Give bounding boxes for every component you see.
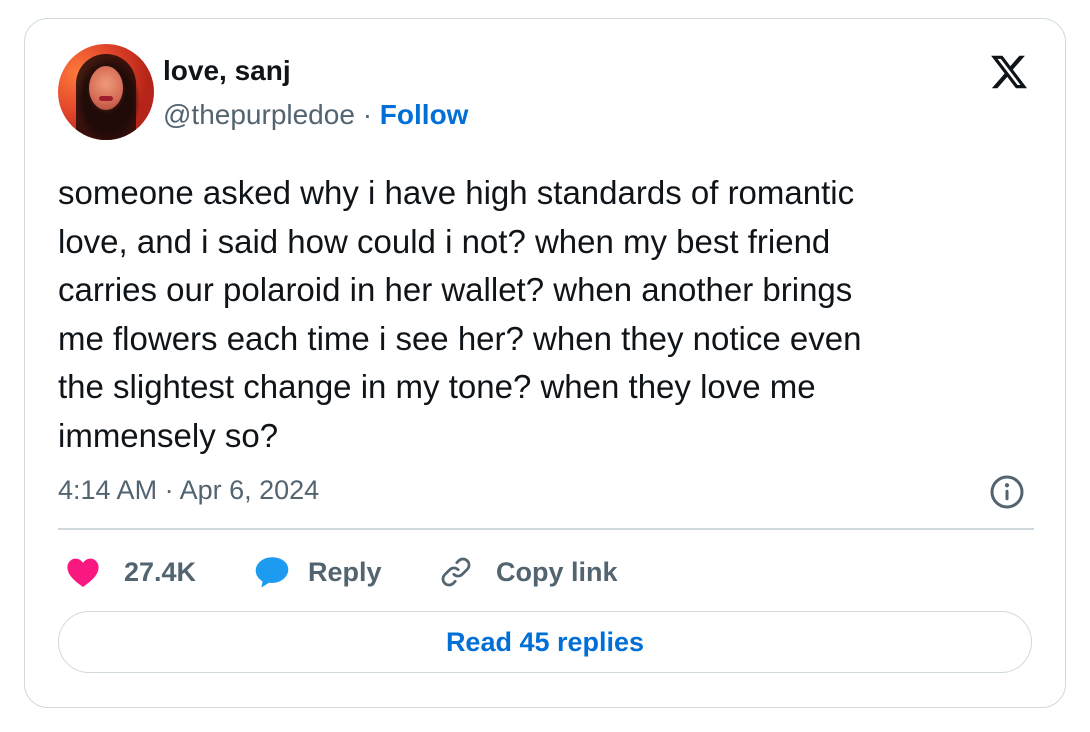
speech-bubble-icon [255,557,289,588]
tweet-timestamp[interactable]: 4:14 AM · Apr 6, 2024 [58,475,319,506]
author-display-name[interactable]: love, sanj [163,55,291,87]
like-button[interactable]: 27.4K [66,551,196,593]
link-icon [441,557,471,587]
handle-separator: · [362,99,373,130]
copy-link-label: Copy link [496,556,618,587]
info-icon[interactable] [989,474,1025,510]
x-logo-icon[interactable] [987,52,1031,92]
tweet-text: someone asked why i have high standards … [58,174,862,454]
tweet-card: love, sanj @thepurpledoe · Follow someon… [24,18,1066,708]
divider [58,528,1034,530]
reply-label: Reply [308,556,382,587]
read-replies-button[interactable]: Read 45 replies [58,611,1032,673]
avatar[interactable] [58,44,154,140]
like-count: 27.4K [124,556,197,587]
reply-button[interactable]: Reply [254,551,382,593]
copy-link-button[interactable]: Copy link [438,551,618,593]
follow-button[interactable]: Follow [380,99,469,130]
author-handle-row: @thepurpledoe · Follow [163,99,468,131]
read-replies-label: Read 45 replies [445,626,645,657]
author-handle[interactable]: @thepurpledoe [163,99,355,130]
heart-icon [67,558,99,588]
